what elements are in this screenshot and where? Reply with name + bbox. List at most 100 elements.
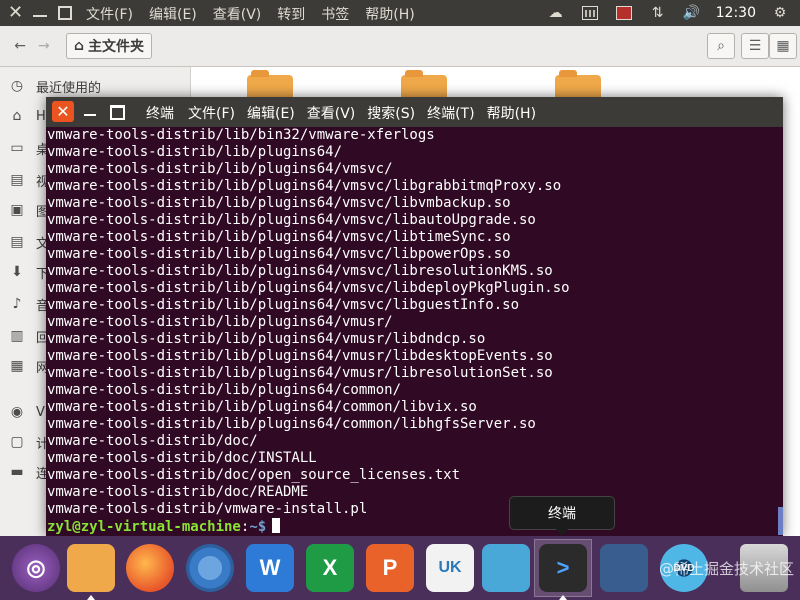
dock-icon-label: UK xyxy=(438,559,462,576)
clock[interactable]: 12:30 xyxy=(716,5,756,21)
terminal-menu-edit[interactable]: 编辑(E) xyxy=(247,103,295,123)
close-icon[interactable]: ✕ xyxy=(8,2,23,23)
writer-icon: W xyxy=(246,544,294,592)
menu-bookmarks[interactable]: 书签 xyxy=(321,4,349,24)
firefox-icon xyxy=(126,544,174,592)
terminal-menu-terminal[interactable]: 终端(T) xyxy=(427,103,474,123)
terminal-titlebar: ✕ 终端 文件(F) 编辑(E) 查看(V) 搜索(S) 终端(T) 帮助(H) xyxy=(46,97,783,127)
connect-server-icon: ▬ xyxy=(10,464,24,480)
dock-icon-label: > xyxy=(556,555,570,580)
grid-view-icon: ▦ xyxy=(776,38,790,54)
view-grid-button[interactable]: ▦ xyxy=(769,33,797,59)
music-icon: ♪ xyxy=(12,296,22,312)
tooltip-label: 终端 xyxy=(548,506,576,522)
calendar-icon[interactable] xyxy=(580,4,600,22)
terminal-line: vmware-tools-distrib/lib/plugins64/vmsvc… xyxy=(47,229,511,245)
menu-file[interactable]: 文件(F) xyxy=(86,4,133,24)
trash-icon: ▥ xyxy=(10,328,24,344)
dock-item-chromium[interactable] xyxy=(182,540,238,596)
weather-icon[interactable]: ☁ xyxy=(546,4,566,22)
dock-item-files[interactable] xyxy=(63,540,119,600)
terminal-line: vmware-tools-distrib/lib/plugins64/vmusr… xyxy=(47,348,553,364)
terminal-menu-file[interactable]: 文件(F) xyxy=(188,103,235,123)
terminal-line: vmware-tools-distrib/doc/INSTALL xyxy=(47,450,317,466)
terminal-line: vmware-tools-distrib/vmware-install.pl xyxy=(47,501,368,517)
picture-icon: ▣ xyxy=(10,202,24,218)
maximize-icon[interactable] xyxy=(58,6,72,20)
search-icon: ⌕ xyxy=(717,38,725,54)
terminal-line: vmware-tools-distrib/lib/plugins64/vmsvc… xyxy=(47,212,536,228)
file-manager-toolbar: ← → ⌂ 主文件夹 ⌕ ☰ ▦ xyxy=(0,26,800,67)
dock-item-presentation[interactable]: P xyxy=(362,540,418,596)
terminal-line: vmware-tools-distrib/doc/open_source_lic… xyxy=(47,467,461,483)
running-indicator xyxy=(87,595,95,600)
files-icon xyxy=(67,544,115,592)
download-icon: ⬇ xyxy=(11,264,23,280)
close-icon: ✕ xyxy=(56,102,70,121)
back-arrow-icon[interactable]: ← xyxy=(14,38,26,54)
power-gear-icon[interactable]: ⚙ xyxy=(770,4,790,22)
video-icon: ▤ xyxy=(10,172,24,188)
dock-icon-label: W xyxy=(259,555,281,580)
terminal-line: vmware-tools-distrib/lib/plugins64/vmsvc… xyxy=(47,246,511,262)
menu-view[interactable]: 查看(V) xyxy=(213,4,262,24)
terminal-close-button[interactable]: ✕ xyxy=(52,101,74,122)
dock-item-writer[interactable]: W xyxy=(242,540,298,596)
ubuntu-dash-icon: ◎ xyxy=(12,544,60,592)
workspace-switcher-icon xyxy=(600,544,648,592)
view-list-button[interactable]: ☰ xyxy=(741,33,769,59)
terminal-menubar: 终端 文件(F) 编辑(E) 查看(V) 搜索(S) 终端(T) 帮助(H) xyxy=(146,103,536,123)
global-menu: 文件(F) 编辑(E) 查看(V) 转到 书签 帮助(H) xyxy=(86,4,415,24)
terminal-line: vmware-tools-distrib/lib/plugins64/vmsvc… xyxy=(47,178,562,194)
dock-item-terminal[interactable]: > xyxy=(534,539,592,600)
dock-item-ubuntu-dash[interactable]: ◎ xyxy=(8,540,64,596)
terminal-line: vmware-tools-distrib/lib/plugins64/ xyxy=(47,144,343,160)
dock-item-software-center[interactable]: UK xyxy=(422,540,478,596)
terminal-menu-help[interactable]: 帮助(H) xyxy=(487,103,536,123)
terminal-menu-view[interactable]: 查看(V) xyxy=(307,103,356,123)
dock-item-remote-desktop[interactable] xyxy=(478,540,534,596)
presentation-icon: P xyxy=(366,544,414,592)
terminal-scrollbar[interactable] xyxy=(778,507,783,535)
terminal-line: vmware-tools-distrib/lib/plugins64/vmusr… xyxy=(47,365,553,381)
terminal-line: vmware-tools-distrib/lib/plugins64/vmsvc… xyxy=(47,161,393,177)
terminal-line: vmware-tools-distrib/lib/plugins64/commo… xyxy=(47,416,536,432)
terminal-line: vmware-tools-distrib/lib/plugins64/vmusr… xyxy=(47,314,393,330)
home-icon: ⌂ xyxy=(73,38,85,54)
terminal-line: vmware-tools-distrib/lib/plugins64/commo… xyxy=(47,382,402,398)
terminal-line: vmware-tools-distrib/lib/bin32/vmware-xf… xyxy=(47,127,435,143)
remote-desktop-icon xyxy=(482,544,530,592)
terminal-output[interactable]: vmware-tools-distrib/lib/bin32/vmware-xf… xyxy=(47,127,783,536)
top-panel: ✕ 文件(F) 编辑(E) 查看(V) 转到 书签 帮助(H) ☁ ⇅ 🔊 12… xyxy=(0,0,800,26)
watermark: @稀土掘金技术社区 xyxy=(658,560,794,578)
sidebar-item-label: V xyxy=(36,404,45,420)
dock-icon-label: X xyxy=(322,555,338,580)
forward-arrow-icon[interactable]: → xyxy=(38,38,50,54)
network-icon: ▦ xyxy=(10,358,24,374)
minimize-icon[interactable] xyxy=(33,15,47,17)
search-button[interactable]: ⌕ xyxy=(707,33,735,59)
menu-help[interactable]: 帮助(H) xyxy=(365,4,414,24)
terminal-line: vmware-tools-distrib/lib/plugins64/vmsvc… xyxy=(47,263,553,279)
menu-edit[interactable]: 编辑(E) xyxy=(149,4,197,24)
clock-icon: ◷ xyxy=(10,78,24,94)
terminal-menu-search[interactable]: 搜索(S) xyxy=(367,103,415,123)
volume-icon[interactable]: 🔊 xyxy=(682,4,702,22)
network-arrows-icon[interactable]: ⇅ xyxy=(648,4,668,22)
terminal-prompt[interactable]: zyl@zyl-virtual-machine:~$ xyxy=(47,518,783,535)
breadcrumb-label: 主文件夹 xyxy=(88,39,145,55)
document-icon: ▤ xyxy=(10,234,24,250)
terminal-icon: > xyxy=(539,544,587,592)
menu-go[interactable]: 转到 xyxy=(277,4,305,24)
dock-item-workspace-switcher[interactable] xyxy=(596,540,652,596)
nav-buttons: ← → xyxy=(6,33,58,59)
terminal-minimize-button[interactable] xyxy=(84,114,96,116)
breadcrumb-home[interactable]: ⌂ 主文件夹 xyxy=(66,33,152,59)
screenshot-icon[interactable] xyxy=(614,4,634,22)
dock-item-firefox[interactable] xyxy=(122,540,178,596)
dock-item-spreadsheet[interactable]: X xyxy=(302,540,358,596)
terminal-line: vmware-tools-distrib/lib/plugins64/vmusr… xyxy=(47,331,486,347)
terminal-line: vmware-tools-distrib/lib/plugins64/commo… xyxy=(47,399,477,415)
terminal-maximize-button[interactable] xyxy=(110,105,125,120)
dock-icon-label: P xyxy=(382,555,398,580)
